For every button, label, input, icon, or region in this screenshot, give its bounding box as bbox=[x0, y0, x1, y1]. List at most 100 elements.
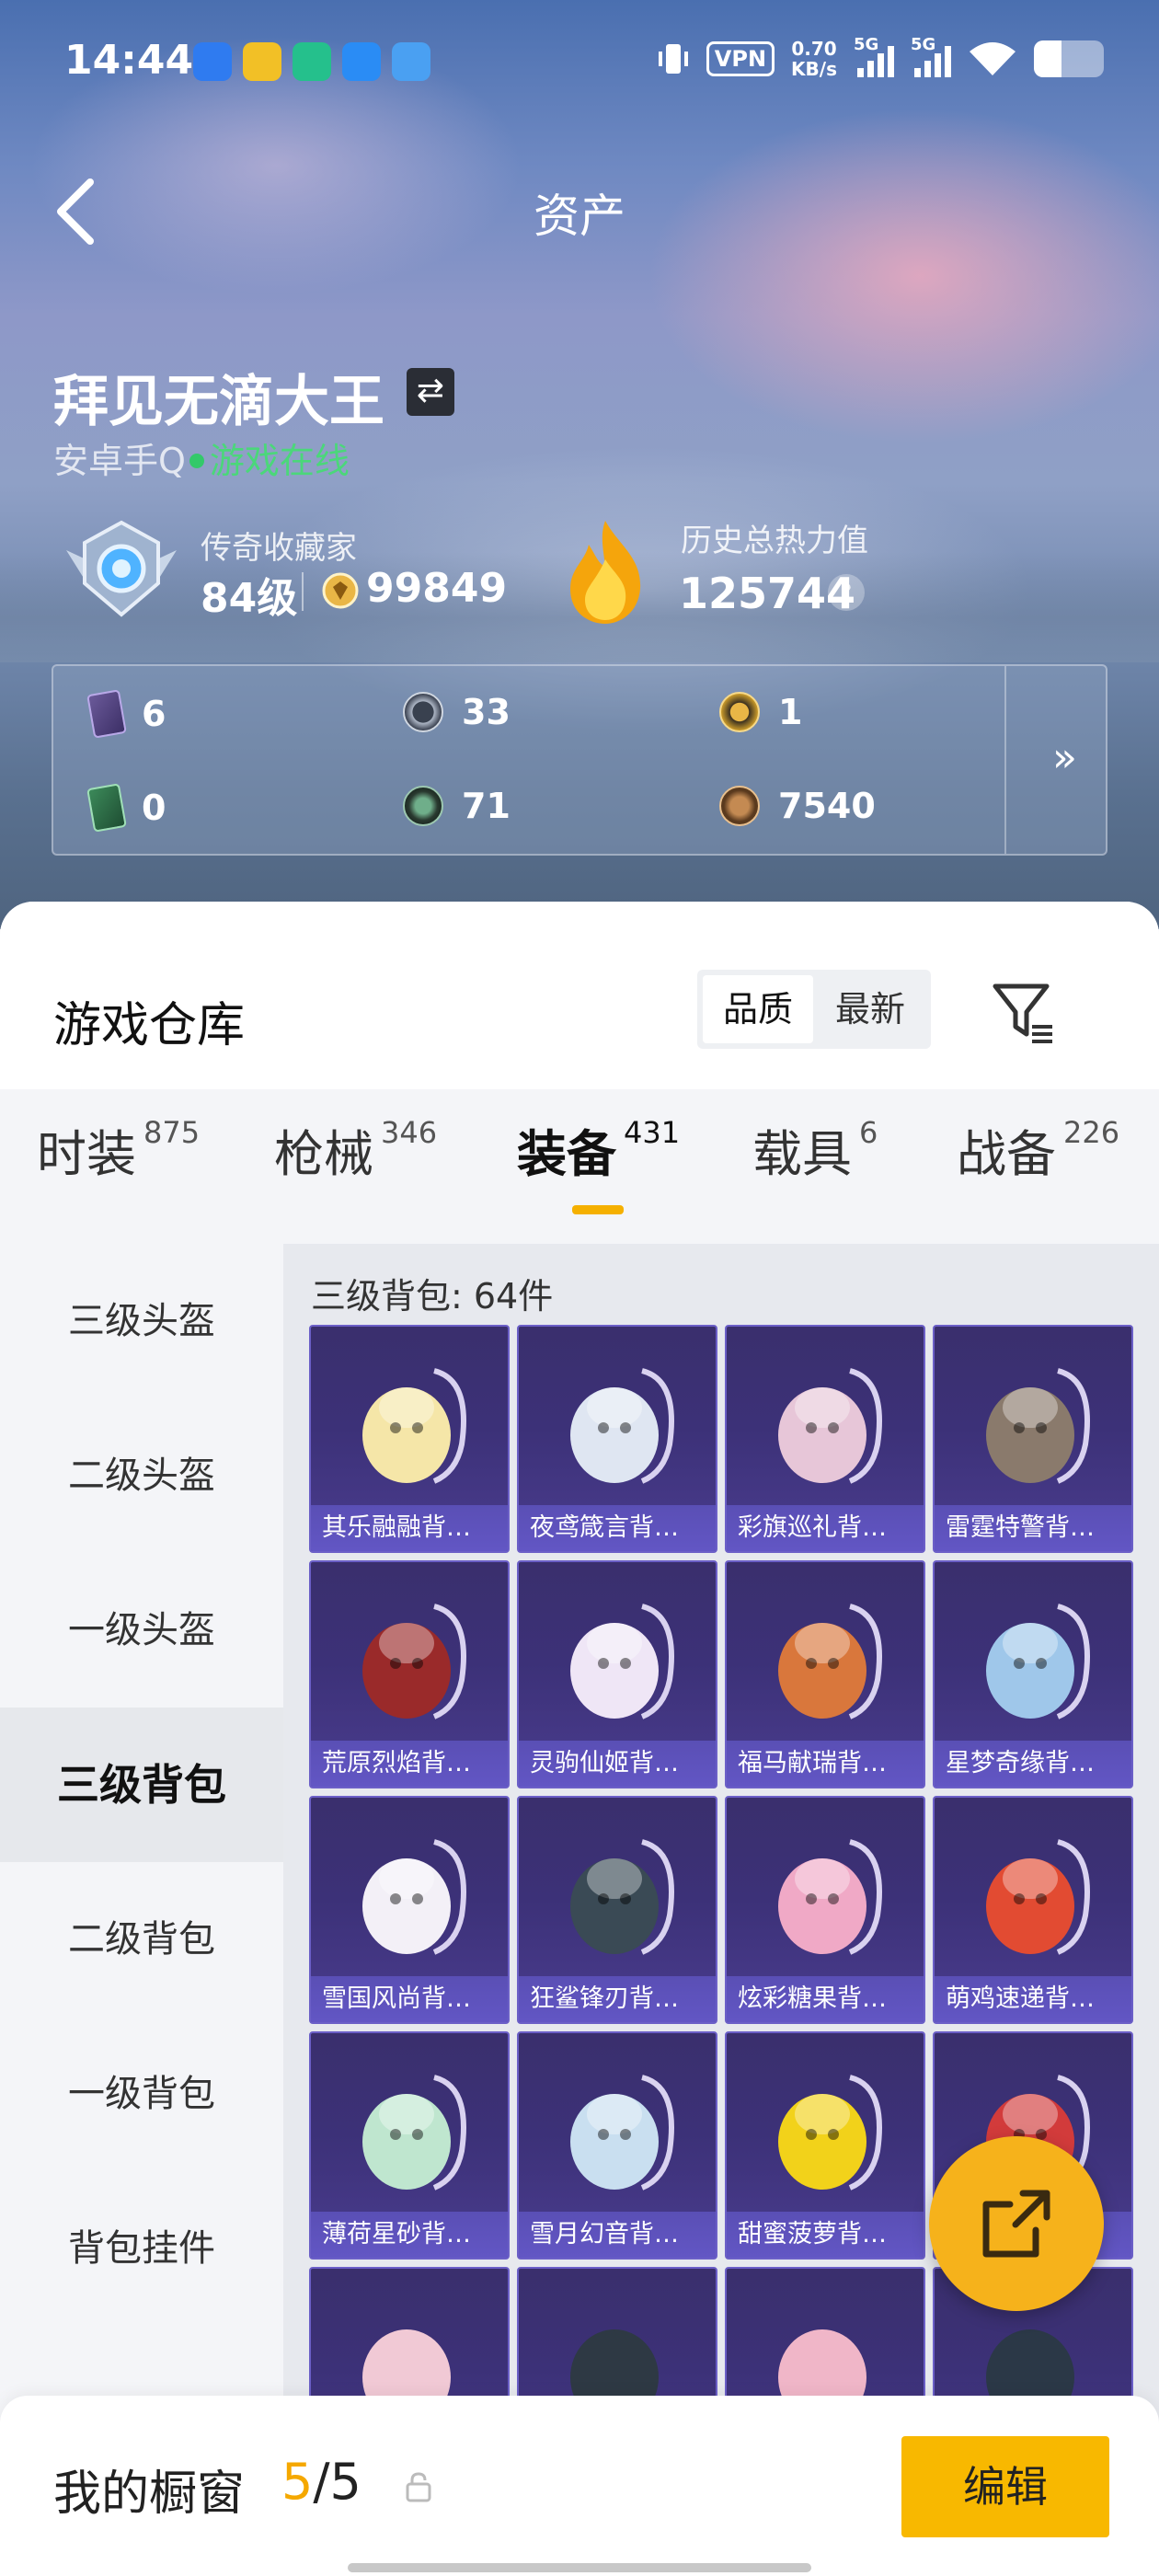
item-name: 萌鸡速递背… bbox=[935, 1976, 1131, 2022]
collector-badge-icon bbox=[66, 520, 177, 617]
item-name: 福马献瑞背… bbox=[727, 1741, 924, 1787]
backpack-item[interactable]: 雷霆特警背… bbox=[933, 1325, 1133, 1553]
sort-toggle: 品质 最新 bbox=[697, 970, 931, 1049]
backpack-item[interactable]: 灵驹仙姬背… bbox=[517, 1560, 717, 1788]
sidebar-item-helmet-3[interactable]: 三级头盔 bbox=[0, 1244, 283, 1398]
backpack-item[interactable]: 荒原烈焰背… bbox=[309, 1560, 510, 1788]
backpack-icon bbox=[570, 1604, 674, 1719]
tab-vehicles[interactable]: 载具 6 bbox=[752, 1113, 878, 1186]
item-name: 甜蜜菠萝背… bbox=[727, 2212, 924, 2258]
sidebar-item-helmet-2[interactable]: 二级头盔 bbox=[0, 1398, 283, 1553]
collection-points: 99849 bbox=[366, 565, 508, 612]
backpack-icon bbox=[362, 2075, 466, 2191]
signal-icon-1: 5G bbox=[854, 35, 894, 77]
edit-button[interactable]: 编辑 bbox=[901, 2436, 1109, 2537]
backpack-icon bbox=[362, 1604, 466, 1719]
backpack-icon bbox=[778, 2075, 882, 2191]
backpack-item[interactable]: 福马献瑞背… bbox=[725, 1560, 925, 1788]
collector-level: 84级 bbox=[201, 575, 298, 622]
tab-fashion[interactable]: 时装 875 bbox=[37, 1113, 200, 1186]
backpack-icon bbox=[986, 1604, 1090, 1719]
signal-icon-2: 5G bbox=[911, 35, 951, 77]
sidebar-item-backpack-3[interactable]: 三级背包 bbox=[0, 1708, 283, 1862]
backpack-icon bbox=[986, 1839, 1090, 1955]
item-name: 彩旗巡礼背… bbox=[727, 1505, 924, 1551]
game-app-icon bbox=[243, 42, 281, 81]
backpack-icon bbox=[570, 1839, 674, 1955]
currency-panel[interactable]: 6 33 1 0 71 7540 » bbox=[52, 664, 1107, 856]
system-icons: VPN 0.70 KB/s 5G 5G bbox=[657, 35, 1104, 80]
more-currency-button[interactable]: » bbox=[1052, 734, 1077, 781]
backpack-item[interactable]: 其乐融融背… bbox=[309, 1325, 510, 1553]
sort-newest-button[interactable]: 最新 bbox=[815, 975, 925, 1043]
backpack-icon bbox=[570, 1368, 674, 1484]
backpack-item[interactable]: 薄荷星砂背… bbox=[309, 2031, 510, 2260]
warehouse-sheet: 游戏仓库 品质 最新 时装 875 枪械 346 装备 431 载具 6 战备 226 三… bbox=[0, 902, 1159, 2576]
backpack-item[interactable]: 雪国风尚背… bbox=[309, 1796, 510, 2024]
backpack-icon bbox=[778, 1604, 882, 1719]
item-name: 炫彩糖果背… bbox=[727, 1976, 924, 2022]
cube-app-icon bbox=[293, 42, 331, 81]
online-dot-icon bbox=[189, 453, 204, 468]
currency-item: 6 bbox=[86, 689, 166, 739]
backpack-item[interactable]: 炫彩糖果背… bbox=[725, 1796, 925, 2024]
item-name: 星梦奇缘背… bbox=[935, 1741, 1131, 1787]
sidebar-item-backpack-1[interactable]: 一级背包 bbox=[0, 2017, 283, 2171]
backpack-item[interactable]: 星梦奇缘背… bbox=[933, 1560, 1133, 1788]
sidebar-item-helmet-1[interactable]: 一级头盔 bbox=[0, 1553, 283, 1708]
backpack-icon bbox=[570, 2075, 674, 2191]
gold-coin-icon bbox=[719, 692, 760, 732]
bronze-coin-icon bbox=[719, 786, 760, 826]
sort-quality-button[interactable]: 品质 bbox=[703, 975, 813, 1043]
backpack-item[interactable]: 萌鸡速递背… bbox=[933, 1796, 1133, 2024]
currency-item: 0 bbox=[86, 783, 166, 833]
showcase-bar: 我的橱窗 5/5 编辑 bbox=[0, 2396, 1159, 2576]
backpack-item[interactable]: 彩旗巡礼背… bbox=[725, 1325, 925, 1553]
tab-weapons[interactable]: 枪械 346 bbox=[274, 1113, 437, 1186]
wifi-icon bbox=[970, 42, 1016, 75]
network-speed: 0.70 KB/s bbox=[791, 38, 837, 80]
warehouse-title: 游戏仓库 bbox=[53, 998, 246, 1053]
purple-card-icon bbox=[86, 689, 127, 739]
backpack-item[interactable]: 甜蜜菠萝背… bbox=[725, 2031, 925, 2260]
backpack-icon bbox=[778, 1368, 882, 1484]
item-name: 狂鲨锋刃背… bbox=[519, 1976, 716, 2022]
collection-coin-icon bbox=[322, 572, 359, 609]
currency-item: 33 bbox=[403, 692, 511, 732]
silver-coin-icon bbox=[403, 692, 443, 732]
filter-icon[interactable] bbox=[992, 981, 1058, 1047]
collector-title: 传奇收藏家 bbox=[201, 530, 357, 567]
sidebar-item-backpack-charm[interactable]: 背包挂件 bbox=[0, 2171, 283, 2326]
vpn-icon: VPN bbox=[706, 41, 775, 76]
switch-account-button[interactable]: ⇄ bbox=[407, 368, 454, 416]
subcategory-sidebar: 三级头盔 二级头盔 一级头盔 三级背包 二级背包 一级背包 背包挂件 bbox=[0, 1244, 283, 2477]
backpack-item[interactable]: 夜鸢箴言背… bbox=[517, 1325, 717, 1553]
item-name: 其乐融融背… bbox=[311, 1505, 508, 1551]
heat-label: 历史总热力值 bbox=[681, 523, 868, 559]
tab-gear[interactable]: 战备 226 bbox=[957, 1113, 1119, 1186]
clock: 14:44 bbox=[64, 37, 194, 84]
currency-item: 1 bbox=[719, 692, 802, 732]
backpack-icon bbox=[986, 1368, 1090, 1484]
showcase-title: 我的橱窗 bbox=[53, 2467, 246, 2522]
platform-status: 安卓手Q 游戏在线 bbox=[53, 441, 350, 481]
sidebar-item-backpack-2[interactable]: 二级背包 bbox=[0, 1862, 283, 2017]
help-icon[interactable]: ? bbox=[828, 574, 865, 611]
item-name: 雪国风尚背… bbox=[311, 1976, 508, 2022]
active-tab-indicator bbox=[572, 1205, 624, 1214]
backpack-item[interactable]: 雪月幻音背… bbox=[517, 2031, 717, 2260]
divider bbox=[1004, 666, 1006, 854]
feather-app-icon bbox=[342, 42, 381, 81]
page-title: 资产 bbox=[534, 190, 625, 243]
currency-item: 7540 bbox=[719, 786, 876, 826]
vibrate-icon bbox=[658, 44, 688, 74]
share-icon bbox=[982, 2190, 1050, 2258]
home-indicator bbox=[348, 2563, 811, 2572]
item-name: 雪月幻音背… bbox=[519, 2212, 716, 2258]
item-name: 薄荷星砂背… bbox=[311, 2212, 508, 2258]
green-coin-icon bbox=[403, 786, 443, 826]
backpack-icon bbox=[778, 1839, 882, 1955]
backpack-item[interactable]: 狂鲨锋刃背… bbox=[517, 1796, 717, 2024]
tab-equipment[interactable]: 装备 431 bbox=[517, 1113, 680, 1186]
share-button[interactable] bbox=[929, 2136, 1104, 2311]
